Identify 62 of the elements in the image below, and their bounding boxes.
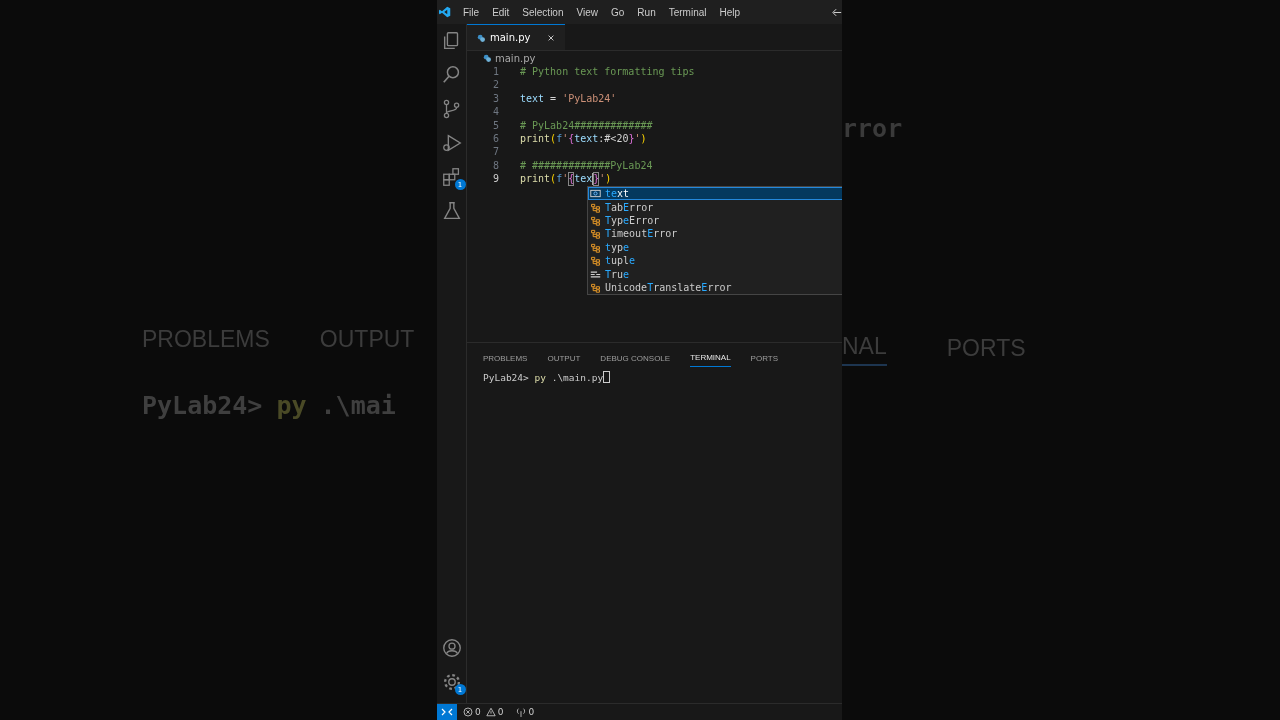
autocomplete-item[interactable]: type [588, 240, 842, 254]
line-number: 1 [491, 65, 500, 79]
menu-item[interactable]: Terminal [668, 6, 707, 18]
class-icon [590, 281, 601, 293]
menu-item[interactable]: Run [637, 6, 656, 18]
line-number: 4 [491, 105, 500, 119]
panel-tab[interactable]: PORTS [750, 347, 779, 367]
code-line: # Python text formatting tips [520, 65, 695, 79]
code-line: # PyLab24############# [520, 118, 653, 132]
autocomplete-item[interactable]: TimeoutError [588, 227, 842, 241]
logo-icon [439, 6, 451, 18]
code-line: print(f'{tex}') [520, 172, 612, 186]
run-debug-icon[interactable] [440, 132, 463, 154]
autocomplete-item[interactable]: TabError [588, 200, 842, 214]
class-icon [590, 241, 601, 253]
autocomplete-item[interactable]: UnicodeTranslateError [588, 280, 842, 295]
ports-status[interactable]: 0 [516, 707, 538, 717]
error-icon [463, 707, 473, 717]
editor-tab[interactable]: main.py [467, 24, 566, 50]
class-icon [590, 201, 601, 213]
line-number: 3 [491, 91, 500, 106]
tab-label: main.py [490, 32, 531, 43]
blurred-terminal-text: py [276, 391, 307, 420]
remote-icon[interactable] [437, 704, 457, 720]
python-file-icon [483, 54, 491, 62]
code-line: print(f'{text:#<20}') [520, 131, 647, 146]
menu-item[interactable]: File [463, 6, 480, 18]
autocomplete-item[interactable]: True [588, 267, 842, 281]
panel-tab[interactable]: TERMINAL [690, 347, 731, 367]
menu-item[interactable]: Edit [492, 6, 510, 18]
code-line: # #############PyLab24 [520, 158, 653, 173]
line-number: 6 [491, 131, 500, 146]
class-icon [590, 214, 601, 226]
class-icon [590, 228, 601, 240]
line-number: 5 [491, 118, 500, 132]
code-line: text = 'PyLab24' [520, 91, 617, 106]
autocomplete-item[interactable]: tuple [588, 253, 842, 268]
menu-item[interactable]: Help [719, 6, 741, 18]
class-icon [590, 255, 601, 267]
menu-item[interactable]: Selection [522, 6, 564, 18]
python-file-icon [477, 33, 485, 42]
variable-icon [590, 188, 601, 200]
autocomplete-item[interactable]: TypeError [588, 213, 842, 228]
panel-tab[interactable]: PROBLEMS [483, 347, 528, 367]
terminal-line: PyLab24> py .\main.py [483, 371, 842, 383]
line-number: 7 [491, 145, 500, 159]
menu-item[interactable]: View [576, 6, 598, 18]
line-number: 8 [491, 158, 500, 173]
panel-tab[interactable]: OUTPUT [547, 347, 581, 367]
menu-item[interactable]: Go [611, 6, 625, 18]
close-icon[interactable] [547, 33, 556, 42]
panel-tab[interactable]: DEBUG CONSOLE [600, 347, 671, 367]
back-arrow-icon[interactable] [832, 7, 842, 17]
keyword-icon [590, 268, 601, 280]
autocomplete-item[interactable]: text [588, 187, 842, 201]
antenna-icon [516, 707, 527, 717]
breadcrumb-item[interactable]: main.py [495, 52, 536, 64]
line-number: 9 [491, 172, 500, 186]
problems-status[interactable]: 0 0 [463, 707, 507, 717]
warning-icon [485, 707, 496, 717]
line-number: 2 [491, 78, 500, 92]
account-icon[interactable] [440, 637, 463, 659]
